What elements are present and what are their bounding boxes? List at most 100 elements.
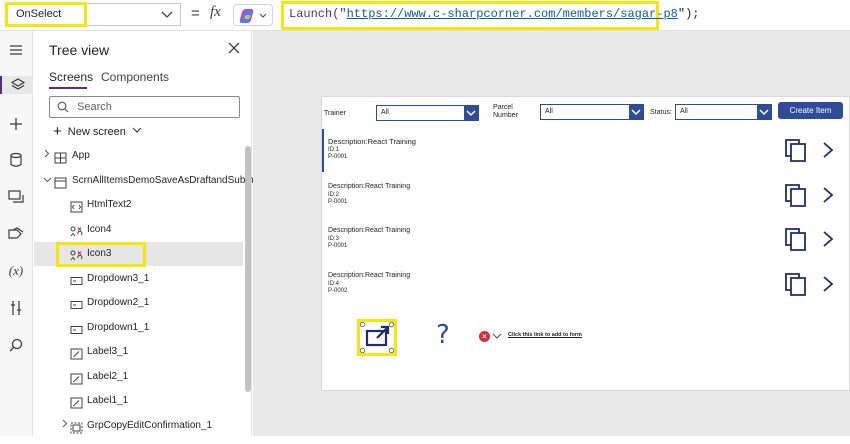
label-icon <box>70 371 83 384</box>
chevron-down-icon[interactable] <box>492 333 502 340</box>
formula-url: https://www.c-sharpcorner.com/members/sa… <box>346 7 678 21</box>
app-screen: Trainer All Parcel Number All Status: Al… <box>321 96 850 391</box>
property-dropdown[interactable] <box>87 3 181 26</box>
chevron-down-icon <box>757 105 771 119</box>
fx-icon[interactable]: fx <box>210 4 221 21</box>
tools-icon[interactable] <box>7 299 25 317</box>
chevron-right-icon[interactable] <box>822 230 834 248</box>
tree-row[interactable]: HtmlText2 <box>34 193 243 217</box>
formula-function: Launch(" <box>289 7 347 21</box>
html-icon <box>70 199 83 213</box>
property-name: OnSelect <box>16 8 62 20</box>
formula-bar: OnSelect = fx Launch("https://www.c-shar… <box>0 0 850 31</box>
tree-view-panel: Tree view Screens Components Search + New… <box>34 31 259 438</box>
tree-row[interactable]: Dropdown2_1 <box>34 291 243 315</box>
chevron-down-icon <box>629 105 643 119</box>
tree-row-label: Label1_1 <box>87 395 129 406</box>
hamburger-icon[interactable] <box>7 41 25 59</box>
tree-row[interactable]: ScrnAllItemsDemoSaveAsDraftandSubmit <box>34 169 259 193</box>
help-icon[interactable]: ? <box>436 320 450 350</box>
item-description: Description:React Training <box>328 137 416 146</box>
parcel-number-dropdown[interactable]: All <box>540 104 644 120</box>
tree-search-input[interactable]: Search <box>49 96 240 118</box>
dropdown-icon <box>70 273 83 285</box>
dropdown-icon <box>70 322 83 334</box>
tree-row[interactable]: Dropdown1_1 <box>34 316 243 340</box>
tab-selected-indicator <box>49 87 87 89</box>
gallery-item[interactable]: Description:React Training ID:1 P-0001 <box>322 129 850 173</box>
icon3-selected[interactable] <box>357 319 397 356</box>
tree-row-label: ScrnAllItemsDemoSaveAsDraftandSubmit <box>72 174 259 186</box>
copy-icon[interactable] <box>784 182 808 208</box>
chevron-right-icon[interactable] <box>42 144 52 168</box>
tree-row[interactable]: Icon4 <box>34 218 243 242</box>
tab-components[interactable]: Components <box>101 70 169 84</box>
error-icon[interactable]: × <box>479 331 490 342</box>
chevron-right-icon[interactable] <box>822 186 834 204</box>
formula-input[interactable]: Launch("https://www.c-sharpcorner.com/me… <box>281 1 699 30</box>
tree-row[interactable]: GrpCopyEditConfirmation_1 <box>34 414 243 438</box>
tree-row-label: GrpCopyEditConfirmation_1 <box>87 419 213 431</box>
icon-control-icon <box>70 224 83 236</box>
chevron-down-icon <box>132 127 142 133</box>
database-icon[interactable] <box>7 151 25 169</box>
item-description: Description:React Training <box>328 182 411 190</box>
item-p-number: P-0002 <box>328 287 348 294</box>
item-description: Description:React Training <box>328 227 411 234</box>
item-description: Description:React Training <box>328 271 411 279</box>
gallery-item[interactable]: Description:React Training ID:2 P-0001 <box>322 174 850 218</box>
variables-icon[interactable]: (x) <box>7 262 25 280</box>
close-icon[interactable] <box>227 41 241 55</box>
property-selector[interactable]: OnSelect <box>5 2 87 27</box>
tree-row[interactable]: App <box>34 144 243 168</box>
parcel-number-value: All <box>545 108 553 115</box>
chevron-down-icon[interactable] <box>42 169 52 193</box>
status-label: Status: <box>650 109 672 116</box>
search-icon[interactable] <box>7 336 25 354</box>
chevron-right-icon[interactable] <box>60 414 70 438</box>
tab-screens[interactable]: Screens <box>49 70 93 84</box>
chevron-right-icon[interactable] <box>822 141 834 159</box>
label-icon <box>70 395 83 409</box>
trainer-value: All <box>381 109 389 116</box>
gallery-item[interactable]: Description:React Training ID:3 P-0001 <box>322 218 850 262</box>
copy-icon[interactable] <box>784 137 808 163</box>
copy-icon[interactable] <box>784 226 808 252</box>
dropdown-icon <box>70 297 83 309</box>
copy-icon[interactable] <box>784 271 808 297</box>
item-id: ID:4 <box>328 280 340 287</box>
open-in-new-icon <box>359 321 395 354</box>
item-p-number: P-0001 <box>328 243 348 249</box>
copilot-button[interactable] <box>233 4 273 26</box>
tags-icon[interactable] <box>7 225 25 243</box>
status-dropdown[interactable]: All <box>675 104 772 120</box>
left-rail: (x) <box>0 31 33 436</box>
trainer-dropdown[interactable]: All <box>376 105 479 121</box>
item-id: ID:1 <box>328 147 340 153</box>
status-value: All <box>680 108 688 115</box>
tree-scrollbar-thumb[interactable] <box>245 146 251 392</box>
tree-row[interactable]: Label2_1 <box>34 365 243 389</box>
chevron-right-icon[interactable] <box>822 275 834 293</box>
plus-icon[interactable] <box>7 115 25 133</box>
tree-row[interactable]: Label1_1 <box>34 389 243 413</box>
tree-row-label: Icon4 <box>87 223 112 235</box>
create-item-button[interactable]: Create Item <box>778 102 843 119</box>
trainer-label: Trainer <box>324 110 346 117</box>
tree-row-label: Label2_1 <box>87 370 129 382</box>
search-placeholder: Search <box>77 101 112 113</box>
tree-row[interactable]: Label3_1 <box>34 340 243 364</box>
tree-row-label: Dropdown1_1 <box>87 321 150 333</box>
copilot-icon <box>239 9 267 23</box>
add-to-form-link[interactable]: Click this link to add to form <box>508 332 582 338</box>
item-id: ID:3 <box>328 236 340 242</box>
tree-row[interactable]: Dropdown3_1 <box>34 267 243 291</box>
item-id: ID:2 <box>328 191 340 198</box>
gallery-item[interactable]: Description:React Training ID:4 P-0002 <box>322 263 850 307</box>
layers-icon[interactable] <box>0 76 33 94</box>
tree-row-label: Dropdown3_1 <box>87 272 150 284</box>
media-icon[interactable] <box>7 188 25 206</box>
formula-end: "); <box>677 7 700 21</box>
new-screen-button[interactable]: + New screen <box>53 123 142 140</box>
selection-highlight <box>56 242 146 267</box>
